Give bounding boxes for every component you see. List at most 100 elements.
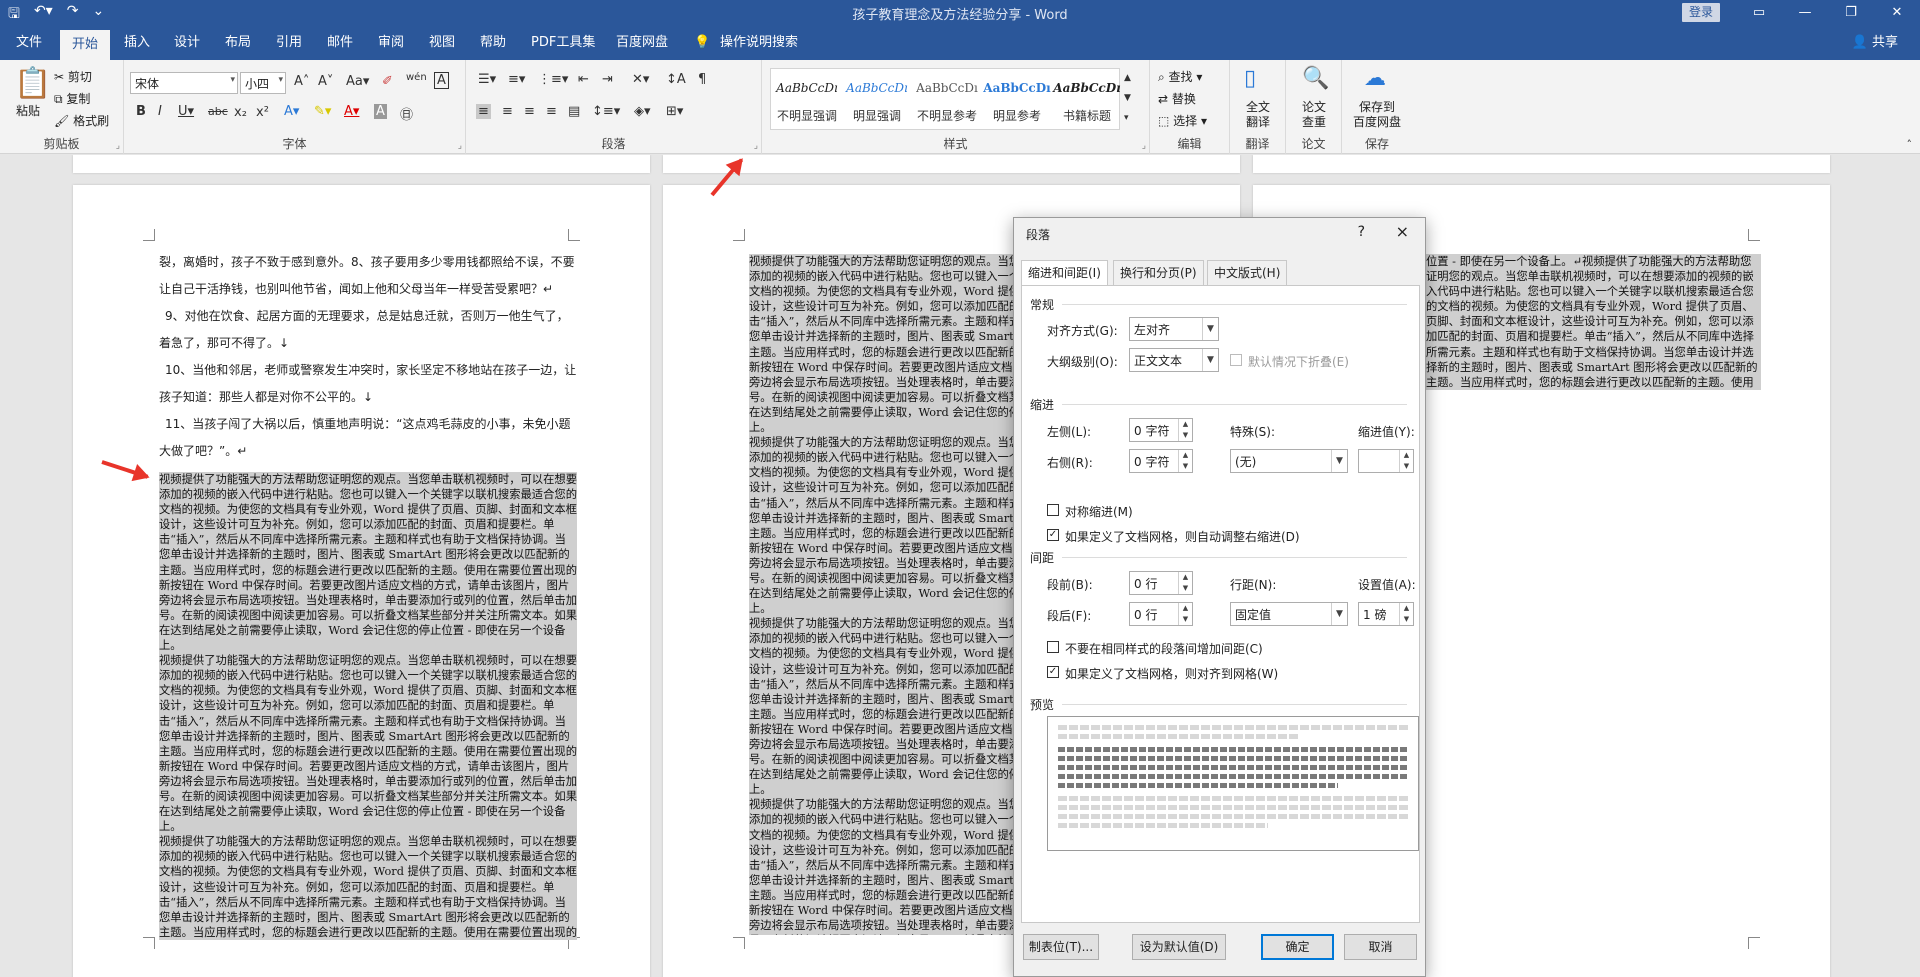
no-space-same-style-checkbox[interactable] xyxy=(1047,641,1059,653)
selected-text-block[interactable]: 视频提供了功能强大的方法帮助您证明您的观点。当您单击联机视频时，可以在想要添加的… xyxy=(159,472,577,940)
tab-asian-typography[interactable]: 中文版式(H) xyxy=(1207,260,1288,285)
numbering-icon[interactable]: ≡▾ xyxy=(508,72,525,87)
restore-icon[interactable]: ❐ xyxy=(1828,0,1874,26)
line-spacing-select[interactable]: 固定值 ▼ xyxy=(1230,602,1348,626)
auto-adjust-indent-checkbox[interactable]: ✓ xyxy=(1047,529,1059,541)
spin-arrows-icon[interactable]: ▲ ▼ xyxy=(1178,572,1192,594)
subscript-icon[interactable]: x₂ xyxy=(234,105,247,120)
font-size-combo[interactable]: 小四 ▾ xyxy=(240,72,286,94)
translate-icon[interactable]: ▯ xyxy=(1244,66,1256,91)
char-border-icon[interactable]: A xyxy=(434,72,449,89)
special-indent-select[interactable]: (无) ▼ xyxy=(1230,449,1348,473)
tab-file[interactable]: 文件 xyxy=(16,26,42,60)
set-default-button[interactable]: 设为默认值(D) xyxy=(1132,934,1226,960)
show-marks-icon[interactable]: ¶ xyxy=(698,72,706,87)
tab-baidu-netdisk[interactable]: 百度网盘 xyxy=(616,26,668,60)
body-line[interactable]: 着急了，那可不得了。↓ xyxy=(159,330,289,357)
phonetic-guide-icon[interactable]: wén xyxy=(406,72,427,83)
tab-mailings[interactable]: 邮件 xyxy=(327,26,353,60)
distributed-icon[interactable]: ▤ xyxy=(568,104,580,119)
alignment-select[interactable]: 左对齐 ▼ xyxy=(1129,317,1219,341)
font-color-icon[interactable]: A▾ xyxy=(344,104,359,119)
multilevel-list-icon[interactable]: ⋮≡▾ xyxy=(538,72,568,87)
page-1[interactable]: 裂，离婚时，孩子不致于感到意外。8、孩子要用多少零用钱都照给不误，不要 让自己干… xyxy=(73,185,650,977)
save-to-netdisk-button[interactable]: 保存到 百度网盘 xyxy=(1342,100,1412,130)
font-launcher-icon[interactable]: ⌟ xyxy=(458,141,462,151)
style-book-title[interactable]: AaBbCcDı 书籍标题 xyxy=(1052,75,1122,123)
styles-scroll-icon[interactable]: ▲ ▼ ▾ xyxy=(1124,68,1131,128)
spin-arrows-icon[interactable]: ▲ ▼ xyxy=(1178,419,1192,441)
tab-layout[interactable]: 布局 xyxy=(225,26,251,60)
tab-line-page-breaks[interactable]: 换行和分页(P) xyxy=(1113,260,1204,285)
indent-right-spinner[interactable]: 0 字符 ▲ ▼ xyxy=(1129,449,1193,473)
close-icon[interactable]: ✕ xyxy=(1874,0,1920,26)
grow-font-icon[interactable]: A˄ xyxy=(294,74,309,89)
change-case-icon[interactable]: Aa▾ xyxy=(346,74,369,89)
format-painter-button[interactable]: 🖌 格式刷 xyxy=(54,112,109,129)
help-icon[interactable]: ? xyxy=(1358,224,1365,240)
cloud-icon[interactable]: ☁ xyxy=(1364,66,1386,91)
body-line[interactable]: 9、对他在饮食、起居方面的无理要求，总是姑息迁就，否则万一他生气了， xyxy=(165,303,569,330)
strikethrough-icon[interactable]: abc xyxy=(208,105,228,118)
text-effects-icon[interactable]: A▾ xyxy=(284,104,299,119)
selected-text-block[interactable]: 位置 - 即使在另一个设备上。↵视频提供了功能强大的方法帮助您证明您的观点。当您… xyxy=(1426,254,1761,390)
mirror-indents-checkbox[interactable] xyxy=(1047,504,1059,516)
font-family-combo[interactable]: 宋体 ▾ xyxy=(130,72,238,94)
bullets-icon[interactable]: ☰▾ xyxy=(478,72,496,87)
styles-launcher-icon[interactable]: ⌟ xyxy=(1142,141,1146,151)
indent-left-spinner[interactable]: 0 字符 ▲ ▼ xyxy=(1129,418,1193,442)
indent-value-spinner[interactable]: ▲ ▼ xyxy=(1358,449,1414,473)
body-line[interactable]: 孩子知道：那些人都是对你不公平的。↓ xyxy=(159,384,373,411)
share-button[interactable]: 👤 共享 xyxy=(1852,26,1898,60)
tabs-button[interactable]: 制表位(T)... xyxy=(1023,934,1099,960)
collapse-checkbox[interactable] xyxy=(1230,354,1242,366)
outline-level-select[interactable]: 正文文本 ▼ xyxy=(1129,348,1219,372)
spin-arrows-icon[interactable]: ▲ ▼ xyxy=(1399,603,1413,625)
find-button[interactable]: ⌕ 查找 ▾ xyxy=(1158,68,1202,85)
clear-format-icon[interactable]: ✐ xyxy=(382,74,393,89)
set-value-spinner[interactable]: 1 磅 ▲ ▼ xyxy=(1358,602,1414,626)
paste-icon[interactable]: 📋 xyxy=(14,66,51,101)
borders-icon[interactable]: ⊞▾ xyxy=(666,104,683,119)
style-intense-reference[interactable]: AaBbCcDı 明显参考 xyxy=(982,75,1052,123)
tab-view[interactable]: 视图 xyxy=(429,26,455,60)
superscript-icon[interactable]: x² xyxy=(256,105,269,120)
body-line[interactable]: 裂，离婚时，孩子不致于感到意外。8、孩子要用多少零用钱都照给不误，不要 xyxy=(159,249,575,276)
tab-home[interactable]: 开始 xyxy=(60,30,111,60)
spin-arrows-icon[interactable]: ▲ ▼ xyxy=(1178,450,1192,472)
copy-button[interactable]: ⧉ 复制 xyxy=(54,90,90,107)
style-subtle-emphasis[interactable]: AaBbCcDı 不明显强调 xyxy=(772,75,842,123)
align-left-icon[interactable]: ≡ xyxy=(476,104,491,119)
increase-indent-icon[interactable]: ⇥ xyxy=(602,72,613,87)
paper-check-icon[interactable]: 🔍 xyxy=(1302,66,1329,91)
spacing-before-spinner[interactable]: 0 行 ▲ ▼ xyxy=(1129,571,1193,595)
tab-indent-spacing[interactable]: 缩进和间距(I) xyxy=(1021,260,1108,286)
tab-design[interactable]: 设计 xyxy=(174,26,200,60)
spacing-after-spinner[interactable]: 0 行 ▲ ▼ xyxy=(1129,602,1193,626)
enclose-char-icon[interactable]: ㊐ xyxy=(400,104,413,123)
spin-arrows-icon[interactable]: ▲ ▼ xyxy=(1399,450,1413,472)
body-line[interactable]: 让自己干活挣钱，也别叫他节省，闻如上他和父母当年一样受苦受累吧？↵ xyxy=(159,276,553,303)
align-right-icon[interactable]: ≡ xyxy=(524,104,535,119)
snap-to-grid-checkbox[interactable]: ✓ xyxy=(1047,666,1059,678)
clipboard-launcher-icon[interactable]: ⌟ xyxy=(116,141,120,151)
close-icon[interactable]: × xyxy=(1396,222,1409,241)
body-line[interactable]: 大做了吧？”。↵ xyxy=(159,438,247,465)
paste-button[interactable]: 粘贴 xyxy=(16,102,40,119)
cancel-button[interactable]: 取消 xyxy=(1344,934,1417,960)
bold-icon[interactable]: B xyxy=(136,104,146,119)
sort-icon[interactable]: ↕A xyxy=(666,72,686,87)
justify-icon[interactable]: ≡ xyxy=(546,104,557,119)
body-line[interactable]: 11、当孩子闯了大祸以后，慎重地声明说：“这点鸡毛蒜皮的小事，未免小题 xyxy=(165,411,571,438)
ok-button[interactable]: 确定 xyxy=(1261,934,1334,960)
tab-review[interactable]: 审阅 xyxy=(378,26,404,60)
char-shading-icon[interactable]: A xyxy=(374,104,387,119)
style-intense-emphasis[interactable]: AaBbCcDı 明显强调 xyxy=(842,75,912,123)
minimize-icon[interactable]: — xyxy=(1782,0,1828,26)
underline-icon[interactable]: U▾ xyxy=(178,104,194,119)
shrink-font-icon[interactable]: A˅ xyxy=(318,74,333,89)
body-line[interactable]: 10、当他和邻居，老师或警察发生冲突时，家长坚定不移地站在孩子一边，让 xyxy=(165,357,576,384)
tab-help[interactable]: 帮助 xyxy=(480,26,506,60)
decrease-indent-icon[interactable]: ⇤ xyxy=(578,72,589,87)
align-center-icon[interactable]: ≡ xyxy=(502,104,513,119)
